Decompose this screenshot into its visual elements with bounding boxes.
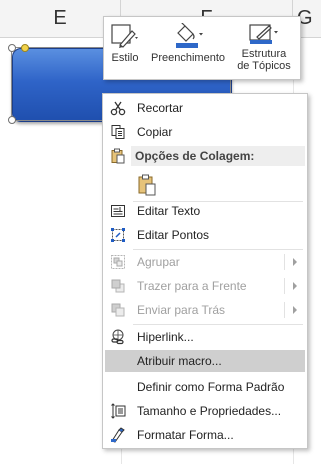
menu-item-bring-forward[interactable]: Trazer para a Frente (105, 275, 305, 297)
style-icon (111, 24, 138, 48)
outline-pen-icon (249, 24, 278, 44)
context-menu: Recortar Copiar Opções de Colagem: Edita… (102, 93, 308, 449)
menu-label-assign-macro: Atribuir macro... (137, 354, 222, 368)
menu-separator (133, 249, 303, 250)
outline-label-2: de Tópicos (237, 60, 291, 72)
menu-item-size-properties[interactable]: Tamanho e Propriedades... (105, 400, 305, 422)
menu-label-edit-text: Editar Texto (137, 204, 201, 218)
menu-item-edit-text[interactable]: Editar Texto (105, 200, 305, 222)
outline-button[interactable]: Estrutura de Tópicos (230, 17, 298, 79)
menu-item-send-backward[interactable]: Enviar para Trás (105, 299, 305, 321)
menu-item-group[interactable]: Agrupar (105, 251, 305, 273)
menu-label-size-properties: Tamanho e Propriedades... (137, 404, 282, 418)
style-button[interactable]: Estilo (104, 17, 146, 79)
menu-item-edit-points[interactable]: Editar Pontos (105, 224, 305, 246)
menu-label-copy: Copiar (137, 125, 173, 139)
column-label-e: E (53, 7, 67, 29)
menu-separator (133, 324, 303, 325)
menu-item-cut[interactable]: Recortar (105, 97, 305, 119)
paste-option-icon (137, 174, 157, 196)
group-icon (110, 254, 126, 270)
hyperlink-icon (110, 329, 126, 345)
size-properties-icon (110, 403, 126, 419)
adjust-handle[interactable] (21, 44, 29, 52)
menu-label-bring-forward: Trazer para a Frente (137, 279, 247, 293)
style-label: Estilo (111, 52, 139, 64)
mini-toolbar: Estilo Preenchimento Estrutura de Tópico… (103, 16, 301, 80)
menu-label-group: Agrupar (137, 255, 180, 269)
fill-bucket-icon (176, 23, 203, 48)
paste-options-label: Opções de Colagem: (135, 149, 255, 163)
bring-forward-icon (110, 278, 126, 294)
paste-options-header: Opções de Colagem: (131, 146, 305, 166)
scissors-icon (110, 100, 126, 116)
menu-label-hyperlink: Hiperlink... (137, 330, 194, 344)
menu-item-format-shape[interactable]: Formatar Forma... (105, 424, 305, 446)
submenu-divider (284, 302, 285, 318)
resize-handle-top-left[interactable] (8, 44, 16, 52)
edit-points-icon (110, 227, 126, 243)
menu-item-assign-macro[interactable]: Atribuir macro... (105, 350, 305, 372)
menu-label-edit-points: Editar Pontos (137, 228, 210, 242)
paste-option-keep[interactable] (105, 170, 305, 198)
submenu-arrow-icon (293, 306, 297, 314)
menu-item-copy[interactable]: Copiar (105, 121, 305, 143)
submenu-arrow-icon (293, 258, 297, 266)
paste-icon (110, 148, 126, 164)
resize-handle-bottom-left[interactable] (8, 116, 16, 124)
menu-item-set-default-shape[interactable]: Definir como Forma Padrão (105, 376, 305, 398)
fill-label: Preenchimento (151, 52, 225, 64)
format-shape-icon (110, 427, 126, 443)
menu-label-send-backward: Enviar para Trás (137, 303, 226, 317)
send-backward-icon (110, 302, 126, 318)
outline-label-1: Estrutura (241, 48, 287, 60)
submenu-divider (284, 254, 285, 270)
menu-item-hyperlink[interactable]: Hiperlink... (105, 326, 305, 348)
edit-text-icon (110, 203, 126, 219)
copy-icon (110, 124, 126, 140)
menu-label-set-default-shape: Definir como Forma Padrão (137, 380, 285, 394)
menu-label-format-shape: Formatar Forma... (137, 428, 234, 442)
submenu-arrow-icon (293, 282, 297, 290)
submenu-divider (284, 278, 285, 294)
menu-label-cut: Recortar (137, 101, 184, 115)
fill-button[interactable]: Preenchimento (146, 17, 230, 79)
